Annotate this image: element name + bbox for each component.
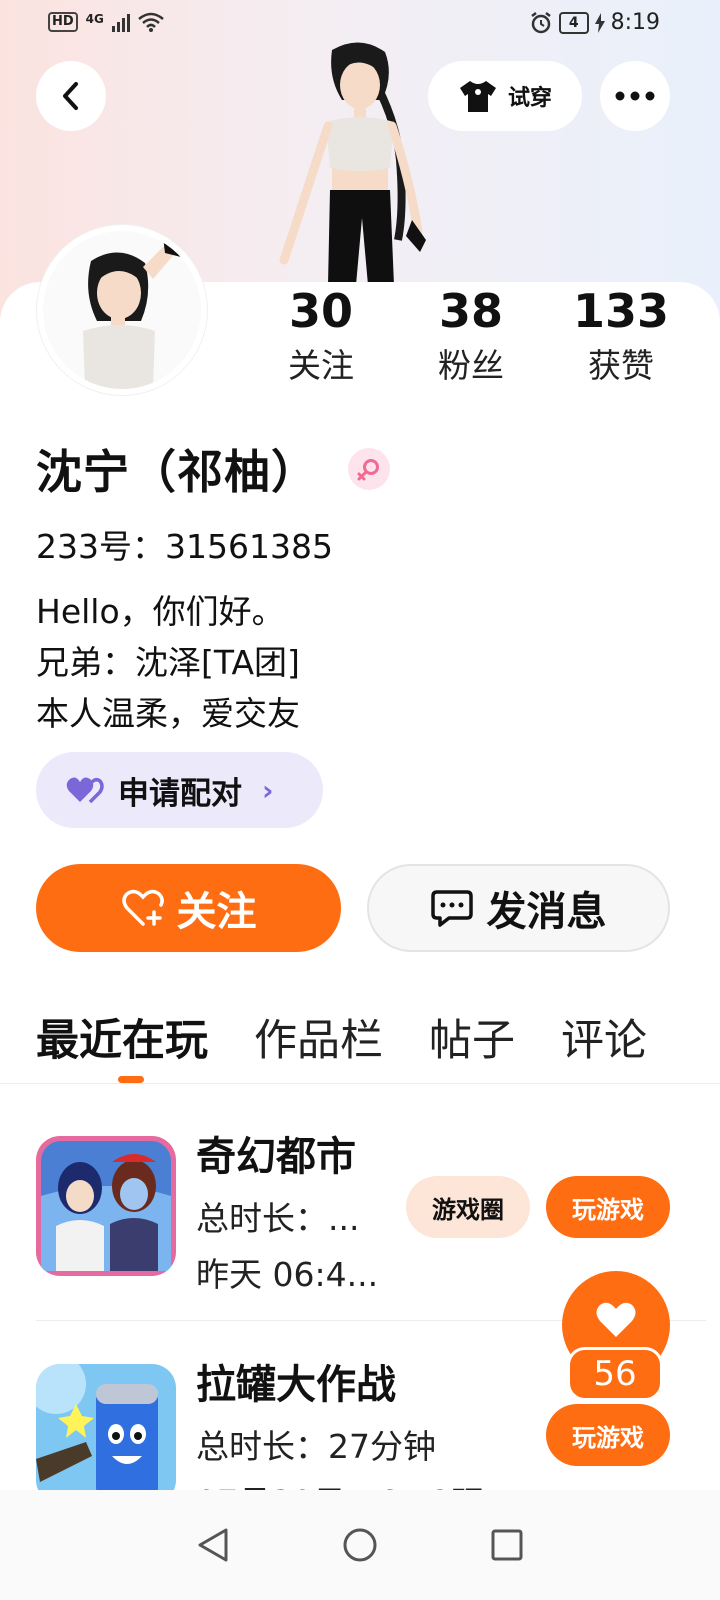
game-row[interactable]: 奇幻都市 总时长：... 昨天 06:4... 游戏圈 玩游戏 <box>36 1134 676 1294</box>
game-icon <box>36 1136 176 1276</box>
stat-following[interactable]: 30 关注 <box>246 282 396 392</box>
stat-likes[interactable]: 133 获赞 <box>546 282 696 392</box>
stat-label: 粉丝 <box>438 346 504 385</box>
tab-comments[interactable]: 评论 <box>561 1006 647 1068</box>
game-duration: 总时长：... <box>196 1199 360 1238</box>
game-duration: 总时长：27分钟 <box>196 1427 436 1466</box>
stat-label: 关注 <box>288 346 354 385</box>
bio-line: Hello，你们好。 <box>36 592 285 631</box>
game-name: 拉罐大作战 <box>196 1362 396 1408</box>
signal-icon <box>111 12 130 32</box>
profile-stats: 30 关注 38 粉丝 133 获赞 <box>246 282 696 392</box>
stat-value: 30 <box>288 284 353 338</box>
tshirt-icon <box>459 81 496 112</box>
user-id: 233号：31561385 <box>36 527 333 566</box>
alarm-icon <box>531 11 551 33</box>
tab-works[interactable]: 作品栏 <box>254 1006 383 1068</box>
profile-name: 沈宁（祁柚） <box>36 445 318 499</box>
pair-label: 申请配对 <box>118 775 242 812</box>
more-button[interactable] <box>600 61 670 131</box>
profile-bio: Hello，你们好。 兄弟：沈泽[TA团] 本人温柔，爱交友 <box>36 586 300 739</box>
send-message-button[interactable]: 发消息 <box>367 864 670 952</box>
game-circle-button[interactable]: 游戏圈 <box>406 1176 530 1238</box>
divider <box>0 1083 720 1084</box>
play-game-button[interactable]: 玩游戏 <box>546 1404 670 1466</box>
heart-plus-icon <box>121 889 164 926</box>
tab-posts[interactable]: 帖子 <box>429 1006 515 1068</box>
active-tab-indicator <box>118 1076 144 1083</box>
stat-value: 38 <box>438 284 503 338</box>
charging-icon <box>594 12 605 33</box>
female-icon <box>357 459 379 481</box>
battery-indicator: 4 <box>558 11 589 34</box>
wifi-icon <box>138 12 164 32</box>
tab-recently-played[interactable]: 最近在玩 <box>36 1006 208 1068</box>
heart-icon <box>596 1302 636 1337</box>
follow-button[interactable]: 关注 <box>36 864 341 952</box>
hd-badge: HD <box>48 12 78 32</box>
like-count: 56 <box>567 1347 663 1401</box>
network-type: 4G <box>85 12 104 26</box>
nav-recents-icon[interactable] <box>490 1528 524 1562</box>
bio-line: 本人温柔，爱交友 <box>36 694 300 733</box>
stat-followers[interactable]: 38 粉丝 <box>396 282 546 392</box>
clock: 8:19 <box>610 10 660 35</box>
game-icon <box>36 1364 176 1504</box>
message-label: 发消息 <box>486 889 607 935</box>
heart-pair-icon <box>66 777 104 804</box>
follow-label: 关注 <box>176 889 257 935</box>
profile-tabs: 最近在玩 作品栏 帖子 评论 <box>36 1006 647 1068</box>
try-on-button[interactable]: 试穿 <box>428 61 582 131</box>
name-row: 沈宁（祁柚） <box>36 436 390 502</box>
game-name: 奇幻都市 <box>196 1134 356 1180</box>
game-last-played: 昨天 06:4... <box>196 1255 379 1294</box>
avatar[interactable] <box>37 225 207 395</box>
avatar-3d-figure <box>279 42 426 285</box>
chat-bubble-icon <box>430 890 473 927</box>
more-dots-icon <box>615 91 655 101</box>
system-nav-bar <box>0 1490 720 1600</box>
chevron-right-icon: › <box>262 773 274 807</box>
stat-value: 133 <box>572 284 670 338</box>
apply-pair-button[interactable]: 申请配对 › <box>36 752 323 828</box>
try-on-label: 试穿 <box>507 86 552 111</box>
nav-back-icon[interactable] <box>196 1527 230 1563</box>
bio-line: 兄弟：沈泽[TA团] <box>36 643 300 682</box>
gender-badge <box>348 448 390 490</box>
chevron-left-icon <box>63 82 78 110</box>
back-button[interactable] <box>36 61 106 131</box>
play-game-button[interactable]: 玩游戏 <box>546 1176 670 1238</box>
stat-label: 获赞 <box>588 346 654 385</box>
nav-home-icon[interactable] <box>342 1527 378 1563</box>
avatar-image <box>43 231 201 389</box>
